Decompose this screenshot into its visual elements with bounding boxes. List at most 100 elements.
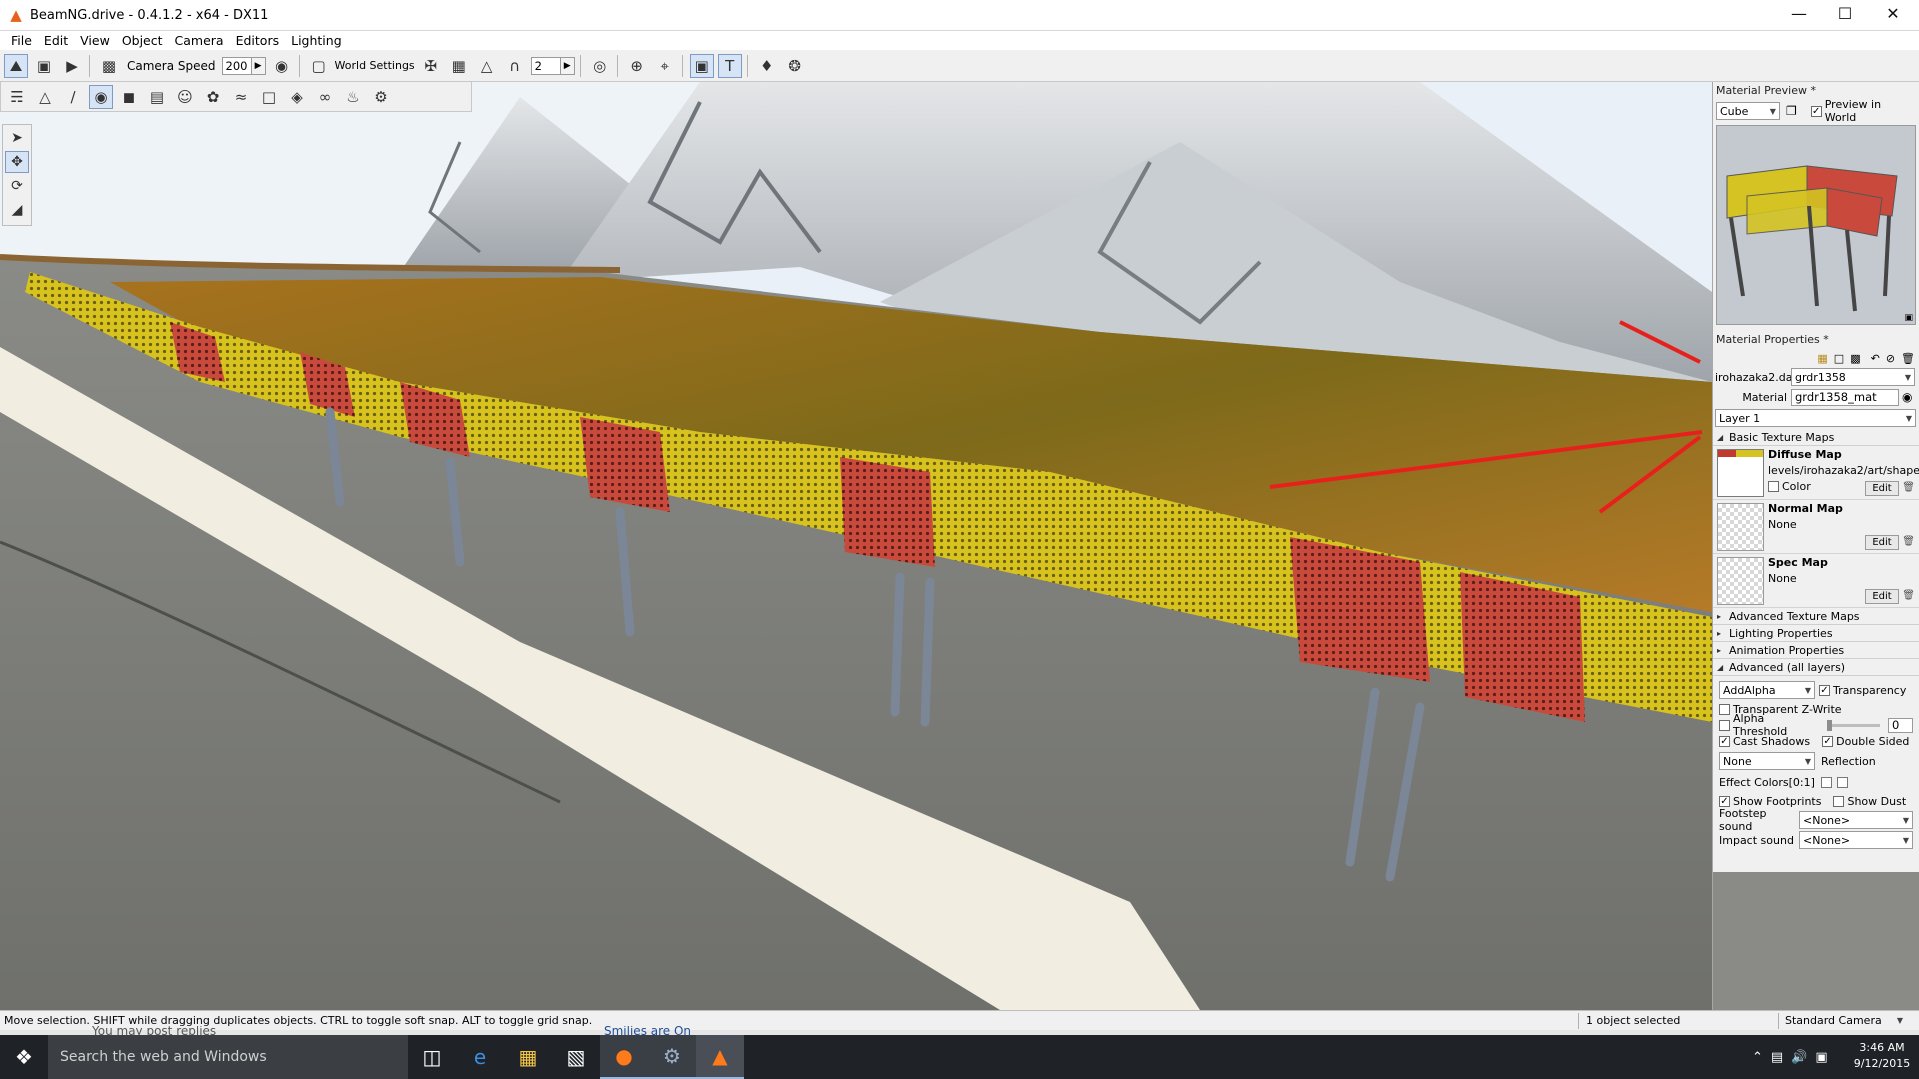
close-button[interactable]: ✕: [1870, 0, 1916, 30]
footstep-sound-select[interactable]: <None> ▼: [1799, 811, 1913, 829]
sketch-tool-icon[interactable]: ◼: [117, 85, 141, 109]
diffuse-color-checkbox[interactable]: [1768, 481, 1779, 492]
animation-properties-section[interactable]: ▸ Animation Properties: [1713, 642, 1919, 659]
camera-speed-spinner[interactable]: ▶: [251, 56, 266, 75]
spec-map-thumbnail[interactable]: [1717, 557, 1764, 605]
rotate-gizmo-icon[interactable]: ⟳: [5, 175, 29, 197]
datablock-editor-icon[interactable]: ▤: [145, 85, 169, 109]
resize-handle-icon[interactable]: ▣: [1904, 313, 1913, 323]
volume-icon[interactable]: 🔊: [1791, 1050, 1807, 1065]
show-dust-checkbox[interactable]: [1833, 795, 1845, 807]
convex-editor-icon[interactable]: □: [257, 85, 281, 109]
task-view-icon[interactable]: ◫: [408, 1035, 456, 1079]
normal-map-thumbnail[interactable]: [1717, 503, 1764, 551]
diffuse-clear-icon[interactable]: 🗑: [1902, 482, 1915, 493]
preview-in-world-checkbox[interactable]: ✓: [1810, 105, 1822, 117]
road-editor-icon[interactable]: ∞: [313, 85, 337, 109]
alpha-threshold-input[interactable]: 0: [1887, 717, 1913, 733]
world-transform-icon[interactable]: ⊕: [625, 54, 649, 78]
tray-chevron-up-icon[interactable]: ⌃: [1752, 1050, 1763, 1065]
advanced-texture-maps-section[interactable]: ▸ Advanced Texture Maps: [1713, 608, 1919, 625]
material-editor-icon[interactable]: ◉: [89, 84, 113, 109]
transparent-zwrite-checkbox[interactable]: [1719, 703, 1730, 715]
scale-gizmo-icon[interactable]: ◢: [5, 199, 29, 221]
effect-color-swatch-1[interactable]: [1820, 776, 1832, 788]
load-folder-icon[interactable]: ▦: [1817, 352, 1827, 365]
material-preview-viewport[interactable]: ▣: [1716, 125, 1916, 325]
menu-file[interactable]: File: [11, 33, 32, 48]
effect-color-swatch-2[interactable]: [1836, 776, 1848, 788]
taskbar-search-box[interactable]: Search the web and Windows: [48, 1035, 408, 1079]
advanced-all-layers-section[interactable]: ◢ Advanced (all layers): [1713, 659, 1919, 676]
gui-editor-icon[interactable]: ▣: [32, 54, 56, 78]
world-editor-icon[interactable]: ⛰: [4, 53, 28, 78]
object-material-select[interactable]: grdr1358 ▼: [1791, 368, 1915, 386]
taskbar-clock[interactable]: 3:46 AM 9/12/2015: [1850, 1040, 1914, 1072]
move-gizmo-icon[interactable]: ✥: [5, 151, 29, 173]
select-arrow-icon[interactable]: ➤: [5, 127, 29, 149]
action-center-icon[interactable]: ▣: [1815, 1050, 1827, 1065]
river-editor-icon[interactable]: ≈: [229, 85, 253, 109]
show-footprints-checkbox[interactable]: ✓: [1719, 795, 1730, 807]
particle-editor-icon[interactable]: ☺: [173, 85, 197, 109]
transparency-checkbox[interactable]: ✓: [1819, 684, 1830, 696]
world-settings-label[interactable]: World Settings: [335, 59, 415, 72]
menu-camera[interactable]: Camera: [175, 33, 224, 48]
decal-editor-icon[interactable]: ✿: [201, 85, 225, 109]
clear-icon[interactable]: ⊘: [1886, 352, 1895, 365]
blend-mode-select[interactable]: AddAlpha ▼: [1719, 681, 1815, 699]
drop-selection-icon[interactable]: ❂: [783, 54, 807, 78]
fit-view-icon[interactable]: ▢: [307, 54, 331, 78]
preview-shape-select[interactable]: Cube ▼: [1716, 102, 1780, 120]
play-icon[interactable]: ▶: [60, 54, 84, 78]
alpha-threshold-slider[interactable]: [1827, 719, 1880, 731]
terrain-editor-icon[interactable]: ☴: [5, 85, 29, 109]
normal-clear-icon[interactable]: 🗑: [1902, 536, 1915, 547]
drop-object-icon[interactable]: ♦: [755, 54, 779, 78]
menu-editors[interactable]: Editors: [236, 33, 280, 48]
visibility-eye-icon[interactable]: ◉: [270, 54, 294, 78]
menu-object[interactable]: Object: [122, 33, 163, 48]
menu-view[interactable]: View: [80, 33, 110, 48]
object-center-icon[interactable]: ◎: [588, 54, 612, 78]
impact-sound-select[interactable]: <None> ▼: [1799, 831, 1913, 849]
spec-edit-button[interactable]: Edit: [1865, 589, 1899, 604]
spec-clear-icon[interactable]: 🗑: [1902, 590, 1915, 601]
selection-box-icon[interactable]: ▣: [689, 53, 714, 78]
file-explorer-icon[interactable]: ▦: [504, 1035, 552, 1079]
windows-start-icon[interactable]: ❖: [0, 1035, 48, 1079]
reflection-select[interactable]: None ▼: [1719, 752, 1815, 770]
terrain-painter-icon[interactable]: △: [33, 85, 57, 109]
double-sided-checkbox[interactable]: ✓: [1822, 736, 1834, 747]
minimize-button[interactable]: —: [1776, 0, 1822, 30]
shape-editor-icon[interactable]: ⚙: [369, 85, 393, 109]
save-material-icon[interactable]: ▩: [1850, 352, 1860, 365]
magnet-icon[interactable]: ∩: [503, 54, 527, 78]
diffuse-edit-button[interactable]: Edit: [1865, 481, 1899, 496]
snap-terrain-icon[interactable]: ✠: [419, 54, 443, 78]
network-icon[interactable]: ▤: [1771, 1050, 1783, 1065]
grid-snap-icon[interactable]: ▦: [447, 54, 471, 78]
basic-texture-maps-section[interactable]: ◢ Basic Texture Maps: [1713, 429, 1919, 446]
delete-material-icon[interactable]: 🗑: [1901, 352, 1915, 365]
cast-shadows-checkbox[interactable]: ✓: [1719, 736, 1730, 747]
camera-icon[interactable]: ▩: [97, 54, 121, 78]
lighting-properties-section[interactable]: ▸ Lighting Properties: [1713, 625, 1919, 642]
store-icon[interactable]: ▧: [552, 1035, 600, 1079]
maximize-button[interactable]: ☐: [1822, 0, 1868, 30]
alpha-threshold-checkbox[interactable]: [1719, 719, 1730, 731]
snap-size-spinner[interactable]: ▶: [560, 56, 575, 75]
swap-color-icon[interactable]: ❐: [1786, 104, 1797, 118]
navmesh-editor-icon[interactable]: ◈: [285, 85, 309, 109]
text-labels-icon[interactable]: T: [717, 53, 742, 78]
layer-select[interactable]: Layer 1 ▼: [1715, 409, 1916, 427]
3d-viewport[interactable]: [0, 82, 1712, 1010]
firefox-icon[interactable]: ●: [600, 1035, 648, 1079]
camera-speed-input[interactable]: 200: [221, 56, 252, 75]
bounds-snap-icon[interactable]: △: [475, 54, 499, 78]
forest-editor-icon[interactable]: ♨: [341, 85, 365, 109]
menu-lighting[interactable]: Lighting: [291, 33, 342, 48]
material-name-input[interactable]: grdr1358_mat: [1791, 388, 1899, 406]
edge-browser-icon[interactable]: e: [456, 1035, 504, 1079]
diffuse-map-thumbnail[interactable]: [1717, 449, 1764, 497]
